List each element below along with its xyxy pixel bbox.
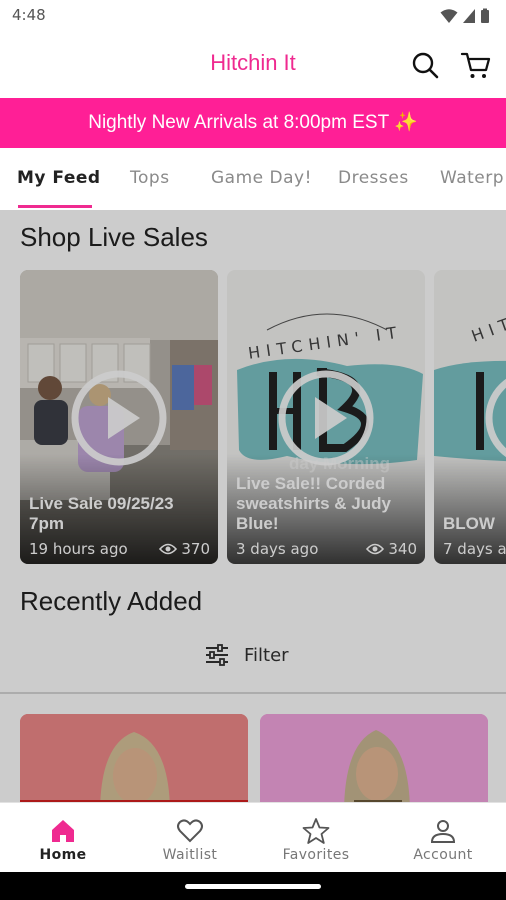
tab-waterproof[interactable]: Waterp [440,168,504,188]
status-bar: 4:48 [0,0,506,32]
nav-favorites[interactable]: Favorites [253,803,379,873]
app-header: Hitchin It [0,32,506,98]
heart-icon [177,819,203,843]
tab-my-feed[interactable]: My Feed [17,168,101,188]
nav-label: Favorites [282,847,350,863]
home-icon [52,820,74,842]
system-gesture-bar [0,872,506,900]
tab-tops[interactable]: Tops [130,168,170,188]
active-tab-indicator [18,205,92,208]
tab-dresses[interactable]: Dresses [338,168,409,188]
nav-home[interactable]: Home [0,803,126,873]
home-gesture-handle[interactable] [185,884,321,889]
status-icons [440,8,490,24]
search-icon[interactable] [409,49,441,81]
tab-game-day[interactable]: Game Day! [211,168,312,188]
nav-waitlist[interactable]: Waitlist [127,803,253,873]
status-time: 4:48 [12,6,46,24]
bottom-nav: Home Waitlist Favorites Account [0,802,506,872]
category-tabs: My Feed Tops Game Day! Dresses Waterp [0,148,506,210]
nav-label: Account [413,847,473,863]
nav-label: Home [39,847,87,863]
wifi-icon [440,9,458,23]
cart-icon[interactable] [460,49,492,81]
nav-label: Waitlist [162,847,218,863]
dim-overlay [0,210,506,802]
signal-icon [463,9,475,23]
promo-banner[interactable]: Nightly New Arrivals at 8:00pm EST ✨ [0,98,506,148]
person-icon [430,820,456,843]
battery-icon [481,8,489,23]
star-icon [302,818,330,844]
nav-account[interactable]: Account [380,803,506,873]
